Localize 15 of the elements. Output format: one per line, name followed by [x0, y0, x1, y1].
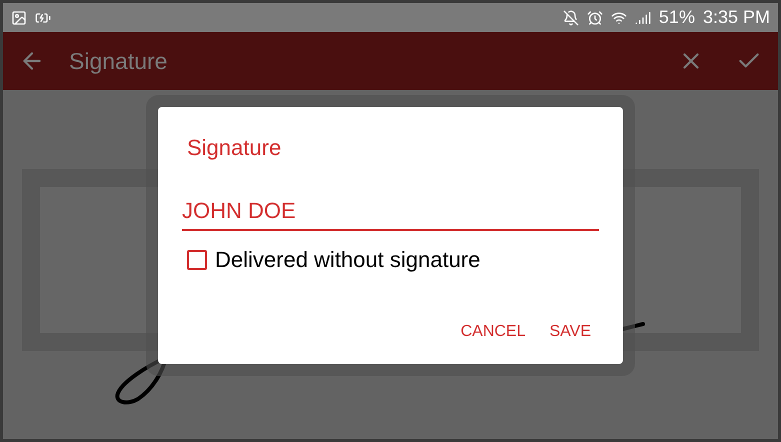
name-field[interactable]: JOHN DOE [182, 194, 599, 231]
wifi-icon [610, 10, 627, 26]
image-icon [11, 10, 27, 26]
alarm-icon [586, 10, 603, 26]
dialog-title: Signature [187, 134, 282, 162]
cancel-button[interactable]: CANCEL [452, 316, 534, 348]
checkbox-label: Delivered without signature [215, 246, 480, 274]
mute-icon [562, 10, 579, 26]
battery-percent: 51% [658, 6, 695, 29]
checkbox[interactable] [187, 250, 207, 270]
time: 3:35 PM [702, 6, 770, 29]
signal-icon [634, 10, 651, 26]
app-bar-title: Signature [69, 46, 168, 76]
signature-stroke [620, 321, 646, 332]
save-button[interactable]: SAVE [542, 316, 599, 348]
